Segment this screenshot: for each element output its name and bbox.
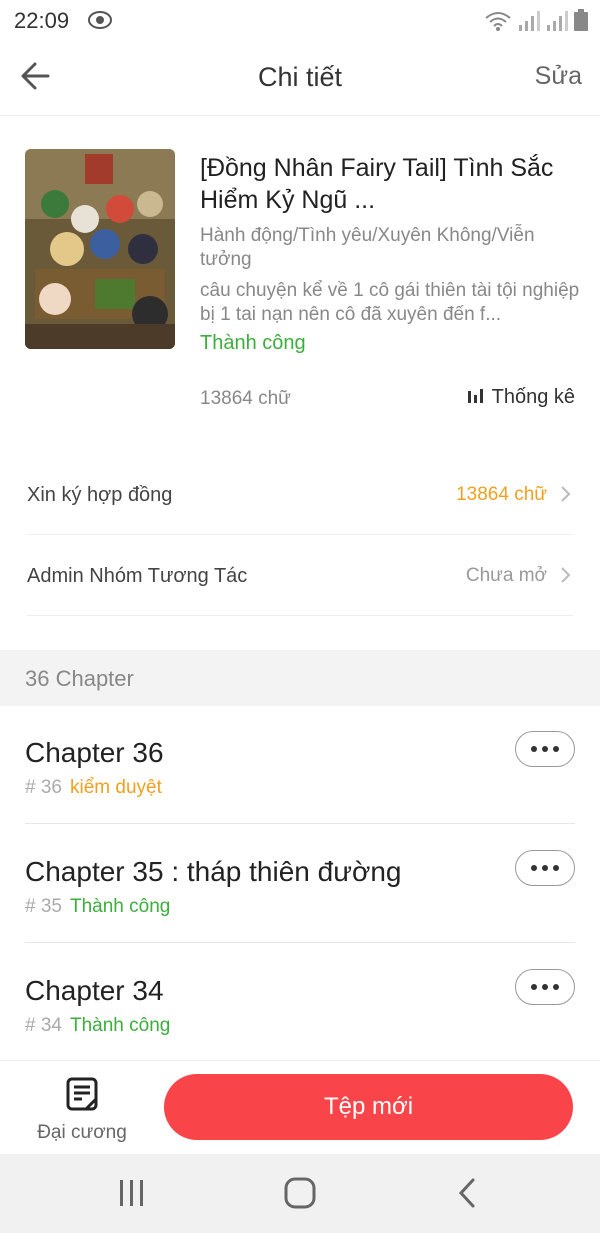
- home-icon[interactable]: [283, 1176, 317, 1215]
- signal-icon: [518, 11, 540, 36]
- chapter-count-header: 36 Chapter: [0, 650, 600, 706]
- contract-row[interactable]: Xin ký hợp đồng 13864 chữ: [27, 455, 573, 535]
- chapter-count: 36 Chapter: [25, 666, 134, 691]
- status-time: 22:09: [14, 8, 70, 33]
- chapter-number: # 36: [25, 777, 62, 798]
- book-genres: Hành động/Tình yêu/Xuyên Không/Viễn tưởn…: [200, 225, 535, 270]
- signal-icon-2: [546, 11, 568, 36]
- bottom-action-bar: Đại cương Tệp mới: [0, 1060, 600, 1154]
- outline-button[interactable]: Đại cương: [30, 1077, 134, 1144]
- stats-button[interactable]: Thống kê: [467, 386, 575, 409]
- contract-value: 13864 chữ: [456, 484, 547, 505]
- outline-document-icon: [65, 1077, 99, 1115]
- app-screen: 22:09 Chi tiết Sửa [Đồng Nhân Fairy Tail…: [0, 0, 600, 1233]
- page-title: Chi tiết: [257, 62, 343, 92]
- back-icon[interactable]: [455, 1176, 479, 1215]
- battery-icon: [574, 9, 588, 36]
- chapter-title: Chapter 35 : tháp thiên đường: [25, 856, 402, 887]
- chapter-number: # 35: [25, 896, 62, 917]
- word-count: 13864 chữ: [200, 388, 291, 409]
- outline-label: Đại cương: [37, 1122, 127, 1143]
- edit-button[interactable]: Sửa: [535, 62, 582, 91]
- more-options-button[interactable]: [515, 850, 575, 886]
- status-icons: [484, 9, 588, 36]
- chapter-item[interactable]: Chapter 35 : tháp thiên đường # 35 Thành …: [25, 824, 575, 943]
- chapter-title: Chapter 34: [25, 975, 164, 1006]
- status-bar: 22:09: [0, 0, 600, 40]
- stats-label: Thống kê: [491, 386, 575, 408]
- system-navigation-bar: [0, 1154, 600, 1233]
- chevron-right-icon: [559, 566, 571, 589]
- contract-label: Xin ký hợp đồng: [27, 484, 173, 506]
- chapter-meta: # 35 Thành công: [25, 896, 170, 918]
- bar-chart-icon: [467, 386, 484, 409]
- book-cover-image[interactable]: [25, 149, 175, 349]
- book-title: [Đồng Nhân Fairy Tail] Tình Sắc Hiểm Kỷ …: [200, 154, 554, 214]
- admin-group-row[interactable]: Admin Nhóm Tương Tác Chưa mở: [27, 536, 573, 616]
- chapter-item[interactable]: Chapter 34 # 34 Thành công: [25, 943, 575, 1062]
- chapter-meta: # 36 kiểm duyệt: [25, 777, 162, 799]
- chapter-status: Thành công: [69, 1015, 171, 1036]
- chapter-status: kiểm duyệt: [69, 777, 162, 798]
- chapter-meta: # 34 Thành công: [25, 1015, 170, 1037]
- book-status: Thành công: [200, 332, 306, 354]
- new-chapter-button[interactable]: Tệp mới: [164, 1074, 573, 1140]
- admin-group-label: Admin Nhóm Tương Tác: [27, 565, 248, 587]
- admin-group-value: Chưa mở: [465, 565, 547, 586]
- chapter-title: Chapter 36: [25, 737, 164, 768]
- chevron-right-icon: [559, 485, 571, 508]
- chapter-item[interactable]: Chapter 36 # 36 kiểm duyệt: [25, 705, 575, 824]
- chapter-status: Thành công: [69, 896, 171, 917]
- top-app-bar: Chi tiết Sửa: [0, 40, 600, 116]
- more-options-button[interactable]: [515, 731, 575, 767]
- wifi-icon: [484, 11, 512, 36]
- recent-apps-icon[interactable]: [117, 1176, 147, 1215]
- more-options-button[interactable]: [515, 969, 575, 1005]
- chapter-number: # 34: [25, 1015, 62, 1036]
- eye-icon: [88, 10, 112, 35]
- book-description: câu chuyện kể về 1 cô gái thiên tài tội …: [200, 280, 580, 325]
